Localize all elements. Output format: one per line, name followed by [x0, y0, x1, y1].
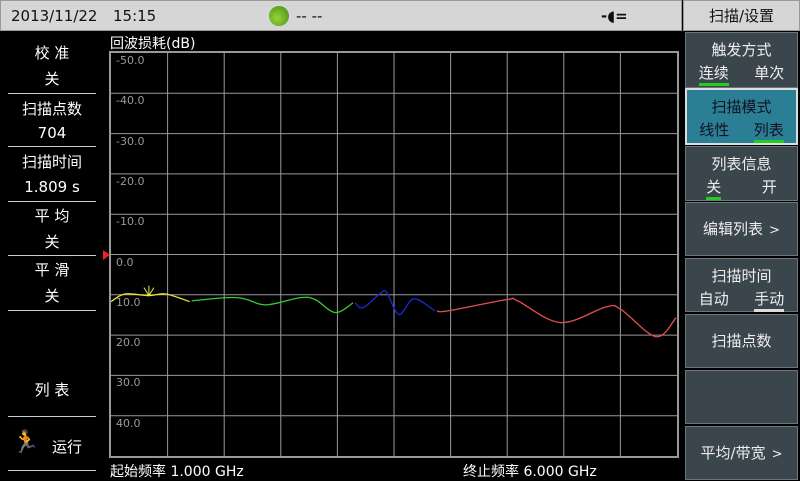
status-bar: 2013/11/22 15:15 -- -- -◖= [0, 0, 682, 31]
y-tick-label: -10.0 [116, 215, 145, 229]
sweep-time-button[interactable]: 扫描时间 自动 手动 [685, 258, 798, 312]
time: 15:15 [113, 7, 157, 25]
plot-area [109, 51, 679, 458]
smooth-value: 关 [44, 287, 60, 305]
trace-segment4 [436, 297, 677, 338]
calibration-label[interactable]: 校 准 [8, 40, 96, 66]
stop-frequency: 终止频率 6.000 GHz [463, 464, 597, 480]
chart-svg [110, 53, 677, 456]
option-continuous[interactable]: 连续 [698, 62, 729, 86]
points-value: 704 [37, 124, 67, 142]
option-linear[interactable]: 线性 [699, 119, 729, 143]
average-bandwidth-label: 平均/带宽 [700, 444, 766, 462]
average-label[interactable]: 平 均 [8, 203, 96, 229]
divider [8, 255, 96, 256]
average-value: 关 [44, 233, 60, 251]
divider [8, 470, 96, 471]
runner-icon[interactable]: 🏃 [12, 430, 39, 455]
reference-marker-icon [103, 250, 110, 260]
y-tick-label: 10.0 [116, 295, 141, 309]
option-on[interactable]: 开 [762, 176, 777, 200]
average-bandwidth-button[interactable]: 平均/带宽 > [685, 426, 798, 480]
list-info-title: 列表信息 [711, 155, 772, 173]
list-info-button[interactable]: 列表信息 关 开 [685, 146, 798, 201]
divider [8, 93, 96, 94]
sweep-points-button[interactable]: 扫描点数 [685, 314, 798, 368]
marker-icon [143, 285, 155, 297]
y-tick-label: -30.0 [116, 134, 145, 148]
plug-icon: -◖= [601, 7, 628, 25]
sweep-time-label[interactable]: 扫描时间 [8, 149, 96, 175]
option-off[interactable]: 关 [706, 176, 722, 200]
sweep-time-title: 扫描时间 [711, 267, 772, 285]
start-frequency: 起始频率 1.000 GHz [110, 464, 244, 480]
y-tick-label: 20.0 [116, 336, 141, 350]
points-label[interactable]: 扫描点数 [8, 96, 96, 122]
y-tick-label: -40.0 [116, 94, 145, 108]
chevron-right-icon: > [769, 223, 780, 238]
empty-softkey[interactable] [685, 370, 798, 424]
y-tick-label: 0.0 [116, 255, 134, 269]
satellite-icon [269, 6, 289, 26]
trigger-title: 触发方式 [711, 41, 772, 59]
sweep-mode-title: 扫描模式 [711, 98, 772, 116]
option-auto[interactable]: 自动 [699, 288, 729, 312]
divider [8, 416, 96, 417]
edit-list-button[interactable]: 编辑列表 > [685, 202, 798, 256]
calibration-value: 关 [44, 70, 60, 88]
y-tick-label: -20.0 [116, 174, 145, 188]
list-label[interactable]: 列 表 [8, 377, 96, 403]
option-manual[interactable]: 手动 [754, 288, 785, 312]
chart-title: 回波损耗(dB) [110, 36, 196, 52]
sweep-time-value: 1.809 s [24, 178, 80, 196]
trigger-mode-button[interactable]: 触发方式 连续 单次 [685, 32, 798, 88]
y-tick-label: 30.0 [116, 376, 141, 390]
smooth-label[interactable]: 平 滑 [8, 257, 96, 283]
trace-segment3 [354, 289, 436, 316]
edit-list-label: 编辑列表 [703, 220, 764, 238]
option-single[interactable]: 单次 [754, 62, 784, 86]
chevron-right-icon: > [771, 447, 783, 462]
y-tick-label: -50.0 [116, 54, 145, 67]
date: 2013/11/22 [11, 7, 98, 25]
menu-title: 扫描/设置 [683, 0, 800, 31]
sweep-mode-button[interactable]: 扫描模式 线性 列表 [685, 88, 798, 145]
y-tick-label: 40.0 [116, 416, 141, 430]
divider [8, 310, 96, 311]
sweep-points-label: 扫描点数 [711, 332, 772, 350]
run-status[interactable]: 运行 [52, 436, 82, 457]
option-list[interactable]: 列表 [753, 119, 784, 143]
divider [8, 146, 96, 147]
signal-text: -- -- [296, 7, 323, 25]
divider [8, 201, 96, 202]
trace-segment2 [191, 296, 354, 314]
